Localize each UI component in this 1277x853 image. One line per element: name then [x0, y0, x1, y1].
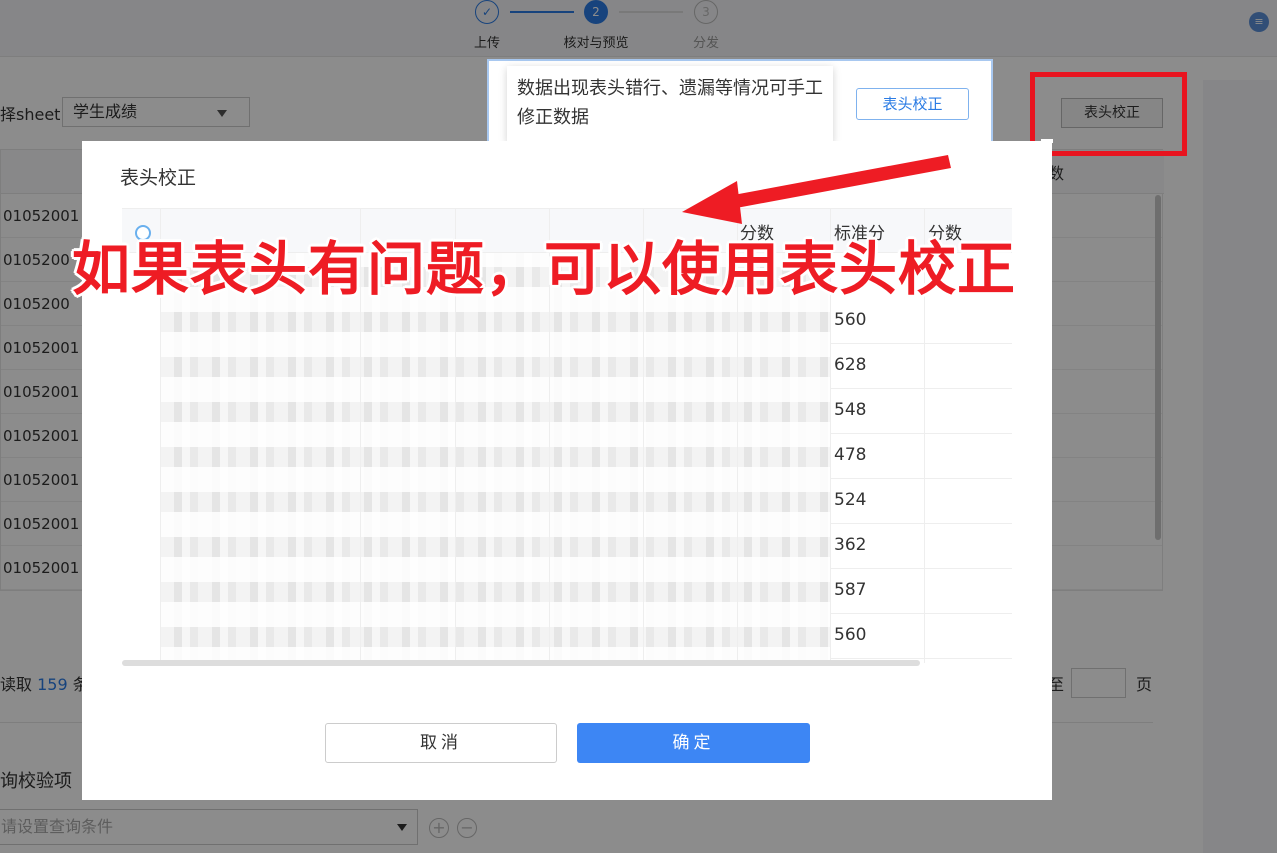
arrow-shaft: [728, 155, 951, 209]
annotation-arrow: [682, 155, 951, 224]
annotation-text: 如果表头有问题，可以使用表头校正: [72, 235, 1017, 303]
arrow-head: [682, 181, 742, 224]
